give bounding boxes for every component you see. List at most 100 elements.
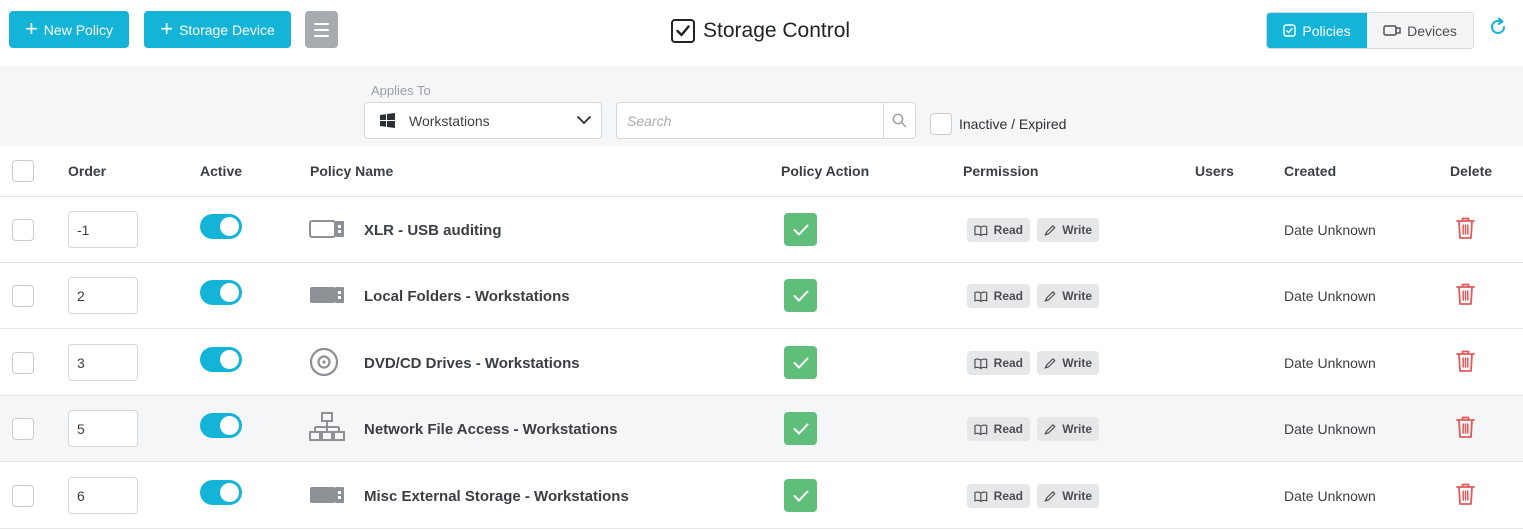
created-date: Date Unknown [1284, 355, 1376, 371]
active-toggle[interactable] [200, 480, 242, 505]
active-toggle[interactable] [200, 214, 242, 239]
order-input[interactable] [68, 277, 138, 314]
trash-icon[interactable] [1455, 282, 1476, 306]
book-icon [974, 291, 988, 302]
active-toggle[interactable] [200, 347, 242, 372]
permission-write-label: Write [1062, 223, 1092, 237]
column-header-created[interactable]: Created [1284, 163, 1336, 179]
select-all-checkbox[interactable] [12, 160, 34, 182]
column-header-order[interactable]: Order [68, 163, 106, 179]
usb-drive-outline-icon [309, 215, 345, 243]
policy-name[interactable]: Misc External Storage - Workstations [364, 488, 629, 505]
active-toggle[interactable] [200, 413, 242, 438]
policy-name[interactable]: Network File Access - Workstations [364, 421, 617, 438]
new-policy-button[interactable]: + New Policy [9, 11, 129, 48]
refresh-icon[interactable] [1488, 17, 1508, 37]
pen-icon [1044, 490, 1056, 502]
view-toggle: Policies Devices [1266, 12, 1474, 49]
policy-action-allow-button[interactable] [784, 346, 817, 379]
menu-button[interactable] [305, 11, 338, 48]
checkmark-icon [793, 357, 808, 368]
column-header-policy-action[interactable]: Policy Action [781, 163, 869, 179]
book-icon [974, 358, 988, 369]
order-input[interactable] [68, 211, 138, 248]
table-row: XLR - USB auditing Read Write Date Unkno… [0, 197, 1523, 263]
permission-read-badge[interactable]: Read [967, 218, 1030, 242]
order-input[interactable] [68, 344, 138, 381]
permission-write-badge[interactable]: Write [1037, 218, 1099, 242]
policy-name[interactable]: Local Folders - Workstations [364, 288, 570, 305]
policy-name[interactable]: DVD/CD Drives - Workstations [364, 355, 580, 372]
inactive-expired-checkbox[interactable] [930, 113, 952, 135]
created-date: Date Unknown [1284, 222, 1376, 238]
column-header-permission[interactable]: Permission [963, 163, 1038, 179]
book-icon [974, 424, 988, 435]
row-checkbox[interactable] [12, 352, 34, 374]
search-button[interactable] [883, 102, 916, 139]
policy-action-allow-button[interactable] [784, 279, 817, 312]
checkbox-checked-icon [671, 19, 695, 43]
permission-read-badge[interactable]: Read [967, 484, 1030, 508]
column-header-active[interactable]: Active [200, 163, 242, 179]
trash-icon[interactable] [1455, 482, 1476, 506]
policy-action-allow-button[interactable] [784, 412, 817, 445]
pen-icon [1044, 290, 1056, 302]
permission-write-badge[interactable]: Write [1037, 284, 1099, 308]
permission-write-badge[interactable]: Write [1037, 484, 1099, 508]
permission-write-badge[interactable]: Write [1037, 417, 1099, 441]
column-header-users[interactable]: Users [1195, 163, 1234, 179]
policy-name[interactable]: XLR - USB auditing [364, 222, 502, 239]
permission-read-badge[interactable]: Read [967, 351, 1030, 375]
applies-to-select[interactable]: Workstations [364, 102, 602, 139]
table-row: Network File Access - Workstations Read … [0, 396, 1523, 462]
new-policy-label: New Policy [43, 21, 114, 38]
trash-icon[interactable] [1455, 349, 1476, 373]
view-devices-label: Devices [1407, 22, 1457, 39]
permission-read-label: Read [993, 356, 1023, 370]
table-row: Misc External Storage - Workstations Rea… [0, 463, 1523, 529]
drive-icon [1383, 25, 1401, 36]
permission-write-label: Write [1062, 489, 1092, 503]
checkmark-icon [793, 224, 808, 235]
add-storage-device-button[interactable]: + Storage Device [144, 11, 291, 48]
plus-icon: + [24, 15, 38, 41]
row-checkbox[interactable] [12, 418, 34, 440]
permission-write-label: Write [1062, 289, 1092, 303]
search-input[interactable] [616, 102, 884, 139]
view-devices-button[interactable]: Devices [1367, 13, 1473, 48]
permission-write-badge[interactable]: Write [1037, 351, 1099, 375]
checkmark-icon [793, 290, 808, 301]
storage-device-label: Storage Device [179, 21, 275, 38]
table-header: Order Active Policy Name Policy Action P… [0, 146, 1523, 197]
policy-action-allow-button[interactable] [784, 213, 817, 246]
usb-drive-icon [309, 481, 345, 509]
order-input[interactable] [68, 410, 138, 447]
order-input[interactable] [68, 477, 138, 514]
permission-read-label: Read [993, 489, 1023, 503]
trash-icon[interactable] [1455, 415, 1476, 439]
pen-icon [1044, 224, 1056, 236]
checkmark-icon [793, 423, 808, 434]
pen-icon [1044, 423, 1056, 435]
usb-drive-icon [309, 281, 345, 309]
applies-to-label: Applies To [371, 83, 431, 98]
view-policies-button[interactable]: Policies [1267, 13, 1367, 48]
pen-icon [1044, 357, 1056, 369]
row-checkbox[interactable] [12, 285, 34, 307]
chevron-down-icon [577, 116, 591, 125]
column-header-policy-name[interactable]: Policy Name [310, 163, 393, 179]
applies-to-value: Workstations [409, 112, 490, 129]
active-toggle[interactable] [200, 280, 242, 305]
policy-action-allow-button[interactable] [784, 479, 817, 512]
filter-bar: Applies To Workstations Inactive / Expir… [0, 66, 1523, 146]
row-checkbox[interactable] [12, 219, 34, 241]
inactive-expired-label: Inactive / Expired [959, 116, 1067, 132]
row-checkbox[interactable] [12, 485, 34, 507]
permission-read-badge[interactable]: Read [967, 417, 1030, 441]
permission-write-label: Write [1062, 422, 1092, 436]
trash-icon[interactable] [1455, 216, 1476, 240]
top-toolbar: + New Policy + Storage Device Storage Co… [0, 0, 1523, 66]
permission-read-badge[interactable]: Read [967, 284, 1030, 308]
page-title: Storage Control [671, 18, 850, 44]
page-title-text: Storage Control [703, 19, 851, 42]
